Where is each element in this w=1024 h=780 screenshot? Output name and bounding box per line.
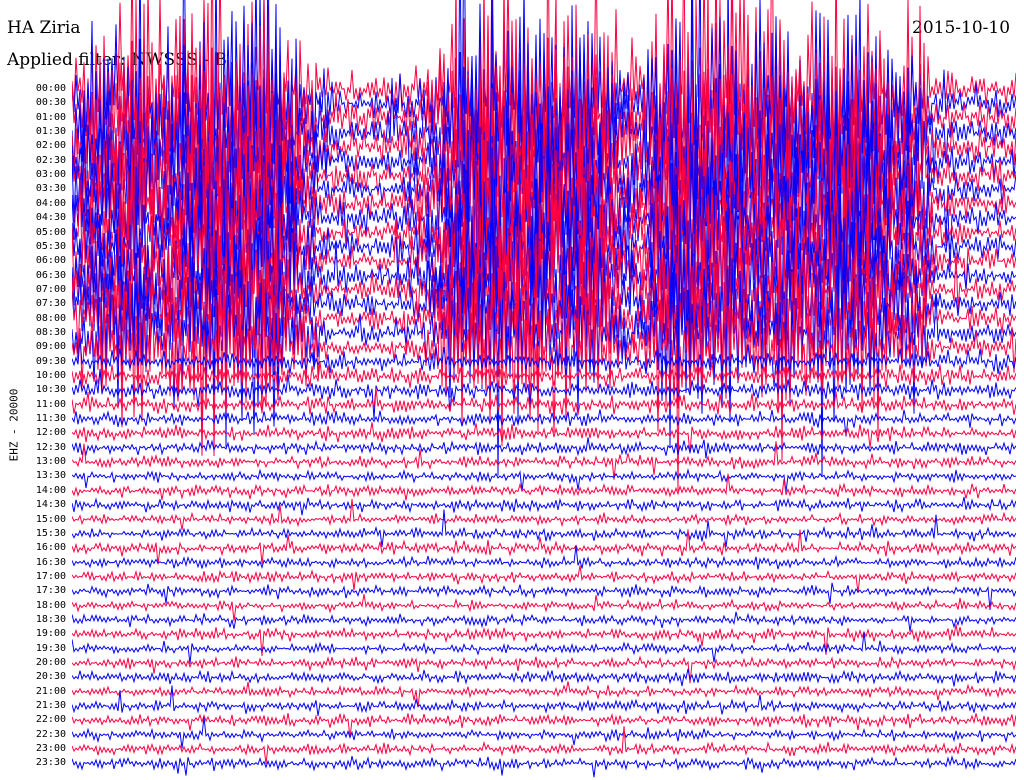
time-tick-label: 16:00 xyxy=(35,542,66,554)
time-tick-label: 07:00 xyxy=(35,283,66,295)
time-axis: 00:00 00:30 01:00 01:30 02:00 02:30 03:00 03:30… xyxy=(0,0,72,780)
time-tick-label: 02:30 xyxy=(35,154,66,166)
trace-row-2100 xyxy=(72,681,1016,708)
time-tick-label: 23:30 xyxy=(35,757,66,769)
time-tick-label: 01:30 xyxy=(35,126,66,138)
trace-row-1900 xyxy=(72,624,1016,656)
time-tick-label: 19:00 xyxy=(35,628,66,640)
time-tick-label: 15:00 xyxy=(35,513,66,525)
time-tick-label: 04:00 xyxy=(35,197,66,209)
time-tick-label: 16:30 xyxy=(35,556,66,568)
time-tick-label: 11:30 xyxy=(35,413,66,425)
time-tick-label: 06:00 xyxy=(35,255,66,267)
time-tick-label: 13:30 xyxy=(35,470,66,482)
time-tick-label: 15:30 xyxy=(35,527,66,539)
time-tick-label: 11:00 xyxy=(35,398,66,410)
time-tick-label: 17:30 xyxy=(35,585,66,597)
time-tick-label: 23:00 xyxy=(35,743,66,755)
time-tick-label: 14:30 xyxy=(35,499,66,511)
trace-row-1430 xyxy=(72,496,1016,516)
time-tick-label: 18:30 xyxy=(35,613,66,625)
trace-row-1830 xyxy=(72,611,1016,632)
time-tick-label: 02:00 xyxy=(35,140,66,152)
time-tick-label: 19:30 xyxy=(35,642,66,654)
time-tick-label: 01:00 xyxy=(35,111,66,123)
time-tick-label: 17:00 xyxy=(35,570,66,582)
time-tick-label: 20:00 xyxy=(35,657,66,668)
time-tick-label: 05:30 xyxy=(35,240,66,252)
trace-row-2000 xyxy=(72,655,1016,684)
time-tick-label: 05:00 xyxy=(35,226,66,238)
time-tick-label: 03:00 xyxy=(35,169,66,181)
time-tick-label: 03:30 xyxy=(35,183,66,195)
time-tick-label: 22:30 xyxy=(35,728,66,740)
time-tick-label: 12:30 xyxy=(35,441,66,453)
trace-row-2330 xyxy=(72,755,1016,778)
time-tick-label: 06:30 xyxy=(35,269,66,281)
time-tick-label: 10:00 xyxy=(35,370,66,381)
time-tick-label: 13:00 xyxy=(35,456,66,468)
trace-row-2030 xyxy=(72,668,1016,687)
time-tick-label: 18:00 xyxy=(35,599,66,611)
time-tick-label: 00:30 xyxy=(35,97,66,109)
time-tick-label: 09:00 xyxy=(35,341,66,353)
time-tick-label: 08:00 xyxy=(35,312,66,324)
time-tick-label: 22:00 xyxy=(35,714,66,726)
trace-row-2200 xyxy=(72,712,1016,738)
trace-row-1500 xyxy=(72,498,1016,530)
time-tick-label: 07:30 xyxy=(35,298,66,310)
time-tick-label: 04:30 xyxy=(35,212,66,224)
time-tick-label: 12:00 xyxy=(35,427,66,439)
time-tick-label: 00:00 xyxy=(35,83,66,94)
time-tick-label: 10:30 xyxy=(35,384,66,396)
time-tick-label: 21:30 xyxy=(35,700,66,712)
time-tick-label: 20:30 xyxy=(35,671,66,683)
trace-row-1530 xyxy=(72,509,1016,548)
time-tick-label: 08:30 xyxy=(35,326,66,338)
time-tick-label: 21:00 xyxy=(35,685,66,697)
helicorder-plot xyxy=(72,0,1016,778)
time-tick-label: 14:00 xyxy=(35,484,66,496)
time-tick-label: 09:30 xyxy=(35,355,66,367)
